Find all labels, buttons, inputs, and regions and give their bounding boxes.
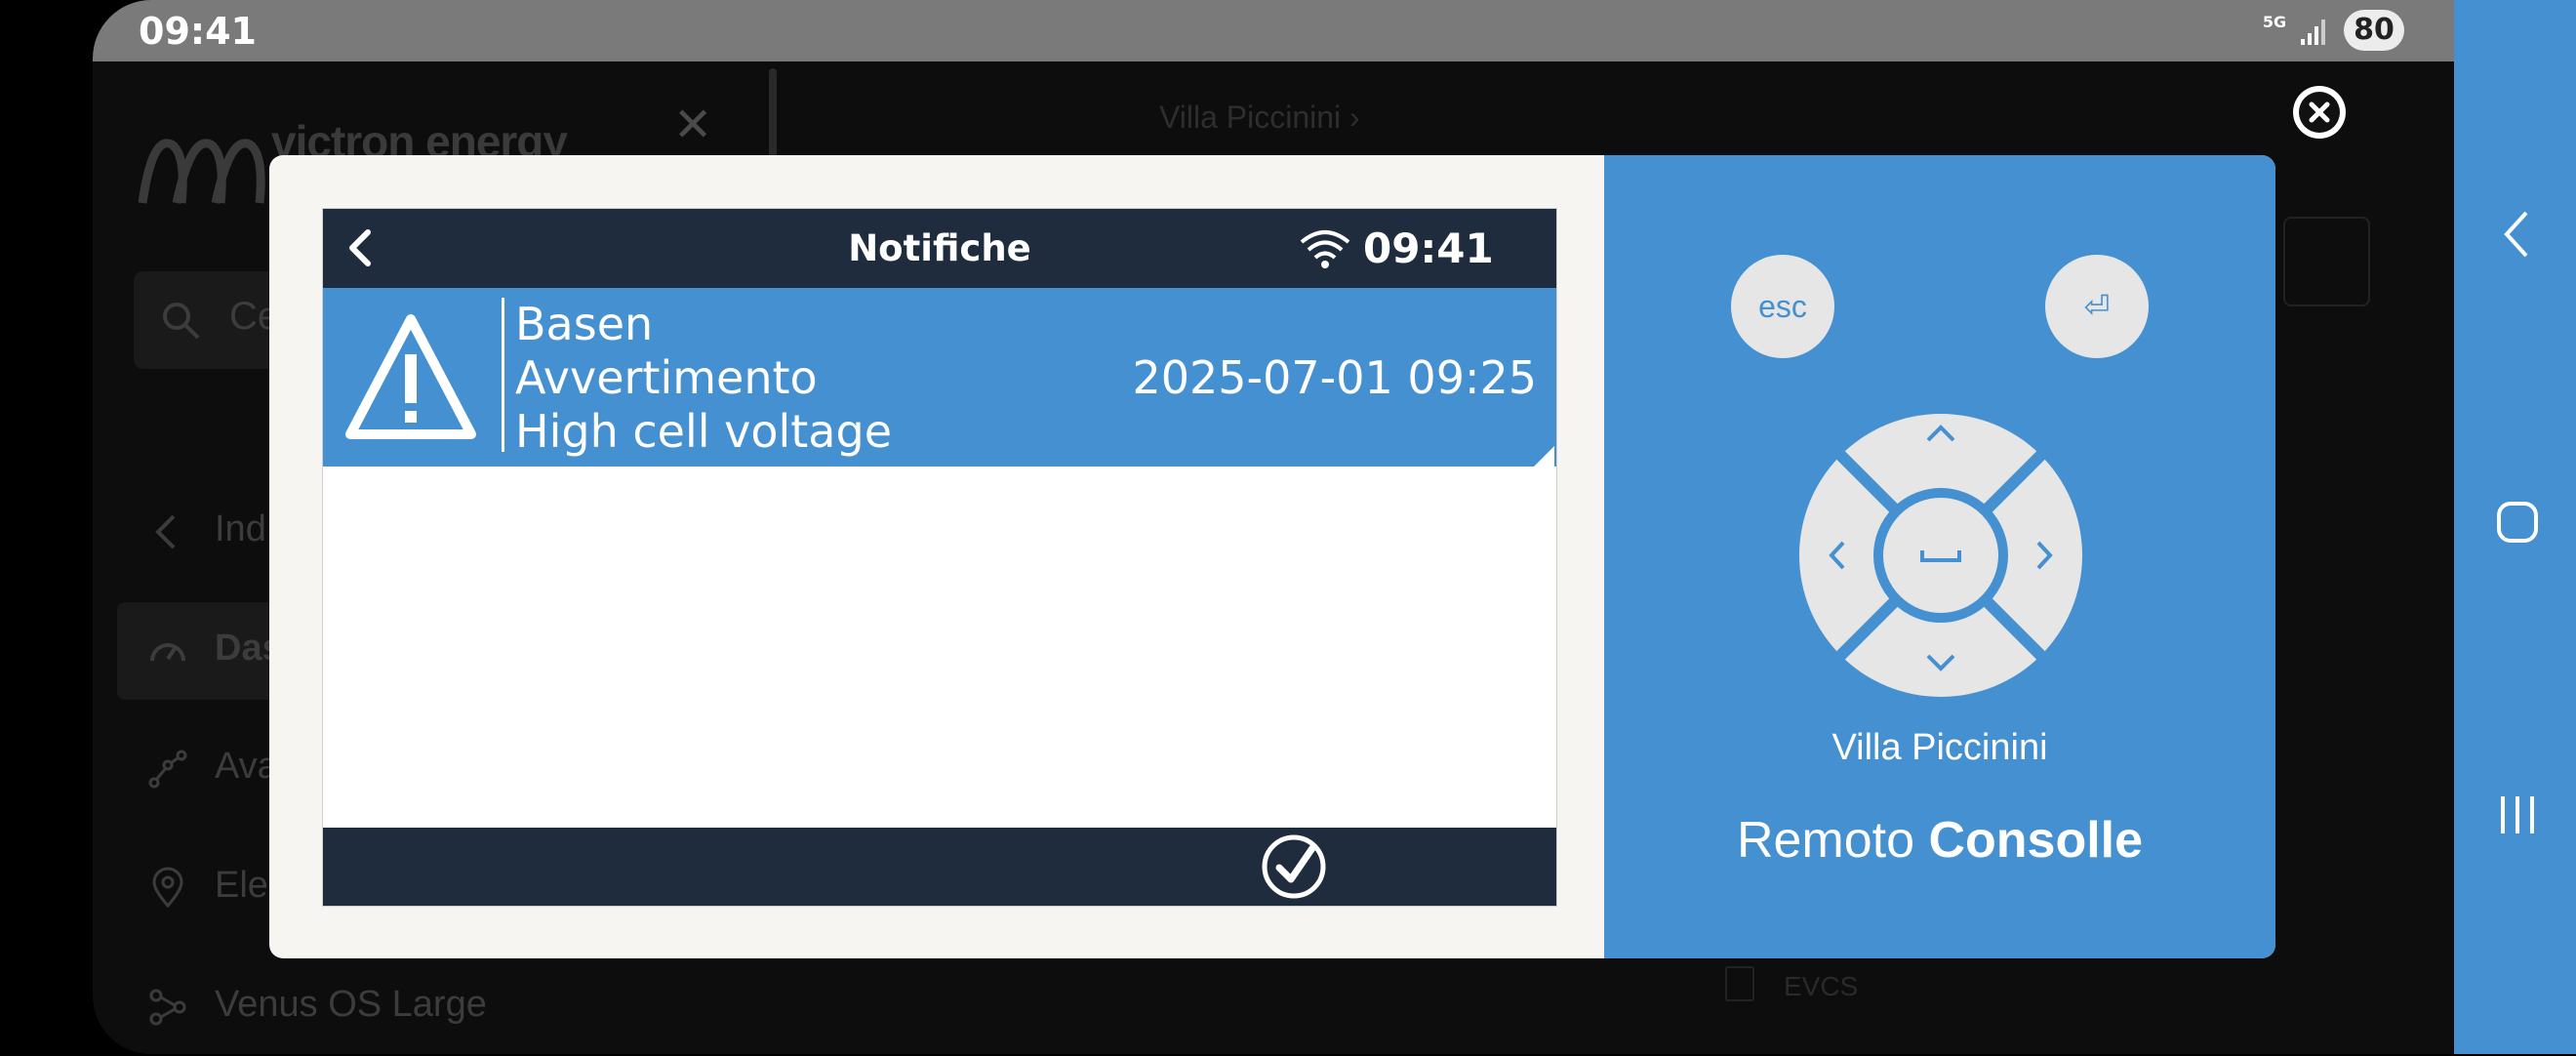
scroll-corner — [1533, 446, 1554, 467]
signal-icon — [2301, 20, 2325, 45]
notification-row[interactable]: Basen Avvertimento High cell voltage 202… — [323, 288, 1556, 467]
filter-button[interactable] — [2283, 217, 2370, 306]
nav-item-label: Venus OS Large — [215, 984, 487, 1025]
nav-item-label: Ele — [215, 865, 268, 906]
enter-button[interactable]: ⏎ — [2045, 255, 2149, 358]
search-icon — [163, 303, 200, 340]
notification-device: Basen — [515, 298, 654, 350]
console-title-bold: Consolle — [1928, 812, 2144, 869]
checkmark-icon[interactable] — [1260, 833, 1328, 901]
wifi-icon — [1300, 230, 1350, 268]
console-title-normal: Remoto — [1736, 812, 1915, 869]
site-name: Villa Piccinini — [1831, 727, 2048, 768]
location-icon — [152, 867, 183, 909]
notification-message: High cell voltage — [515, 405, 892, 458]
back-arrow-icon[interactable] — [341, 226, 383, 269]
evcs-icon — [1725, 966, 1754, 1001]
row-divider — [502, 298, 504, 452]
remote-console-dialog: Notifiche 09:41 Basen Avvertimento High … — [269, 155, 2275, 958]
status-time: 09:41 — [139, 10, 257, 53]
gx-screen: Notifiche 09:41 Basen Avvertimento High … — [322, 208, 1557, 907]
graph-icon — [148, 750, 187, 789]
nav-back-icon[interactable] — [2493, 205, 2542, 264]
gauge-icon — [150, 643, 185, 662]
gx-header: Notifiche 09:41 — [323, 209, 1556, 288]
battery-indicator: 80 — [2344, 10, 2404, 51]
notification-type: Avvertimento — [515, 351, 818, 404]
gx-footer — [323, 828, 1556, 906]
esc-button[interactable]: esc — [1731, 255, 1834, 358]
network-label: 5G — [2262, 13, 2287, 31]
breadcrumb[interactable]: Villa Piccinini › — [1159, 100, 1360, 136]
status-bar — [93, 0, 2454, 61]
nav-item-label: Ind — [215, 508, 266, 549]
nav-item-venus[interactable]: Venus OS Large — [117, 958, 507, 1056]
victron-logo-icon — [138, 139, 265, 204]
nav-home-icon[interactable] — [2493, 498, 2542, 547]
warning-icon — [345, 314, 476, 439]
console-title: Remoto Consolle — [1604, 811, 2275, 870]
dpad[interactable] — [1799, 414, 2082, 697]
chevron-left-icon — [155, 514, 176, 549]
keypad-panel: esc ⏎ Villa Piccinini Remoto Consolle — [1604, 155, 2275, 958]
close-overlay-icon[interactable] — [2289, 82, 2350, 142]
sidebar-close-icon[interactable]: ✕ — [673, 98, 712, 152]
nav-recents-icon[interactable] — [2493, 791, 2542, 839]
gx-clock: 09:41 — [1363, 224, 1494, 272]
nodes-icon — [149, 989, 186, 1026]
notification-datetime: 2025-07-01 09:25 — [1132, 351, 1537, 404]
evcs-label: EVCS — [1784, 971, 1859, 1001]
